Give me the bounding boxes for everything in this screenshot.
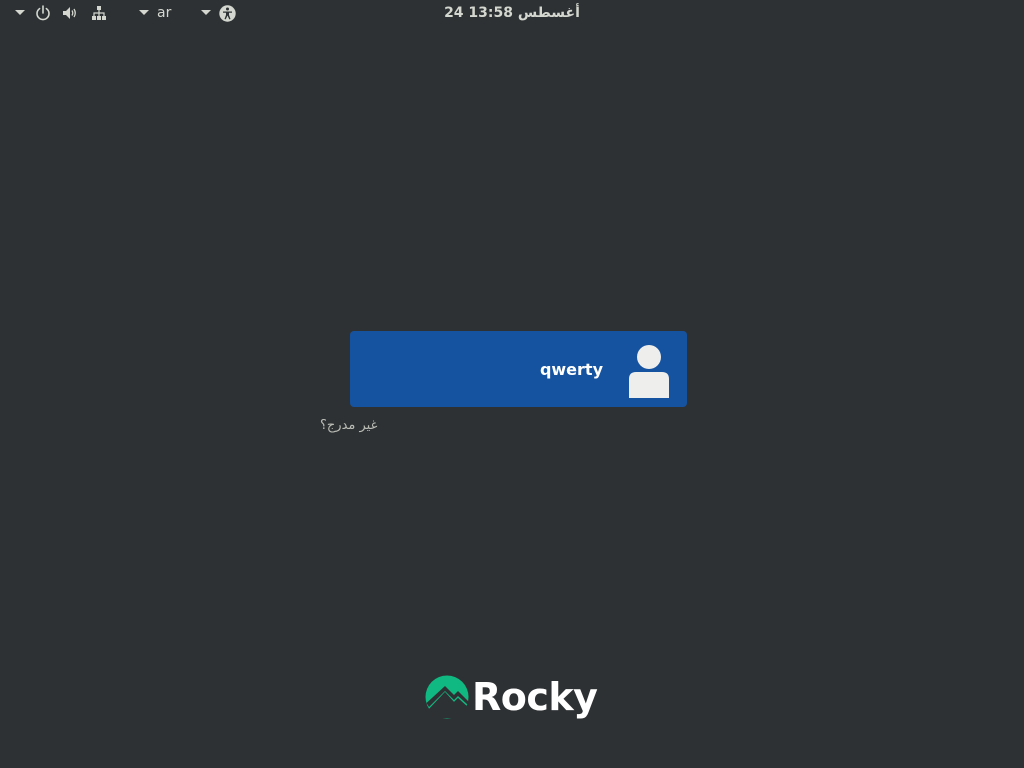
chevron-down-icon (15, 10, 25, 15)
clock-label[interactable]: 24 أغسطس 13:58 (444, 5, 580, 21)
user-avatar-icon (627, 344, 671, 398)
system-menu-dropdown[interactable] (10, 0, 30, 26)
top-bar: ar 24 أغسطس 13:58 (0, 0, 1024, 26)
chevron-down-icon (139, 10, 149, 15)
accessibility-icon (219, 4, 236, 22)
volume-button[interactable] (60, 0, 80, 26)
power-icon (36, 5, 50, 21)
power-button[interactable] (33, 0, 53, 26)
rocky-logo-text: Rocky (472, 675, 598, 719)
keyboard-layout-menu[interactable]: ar (133, 0, 181, 26)
accessibility-menu[interactable] (196, 0, 240, 26)
user-name: qwerty (539, 359, 603, 379)
network-button[interactable] (88, 0, 110, 26)
keyboard-layout-label: ar (157, 5, 172, 21)
network-icon (92, 6, 106, 20)
volume-icon (63, 7, 76, 19)
user-list-item[interactable]: qwerty (350, 331, 687, 407)
rocky-logo: Rocky (425, 672, 601, 722)
chevron-down-icon (201, 10, 211, 15)
not-listed-link[interactable]: غير مدرج؟ (320, 418, 408, 438)
rocky-logo-icon (425, 675, 469, 719)
